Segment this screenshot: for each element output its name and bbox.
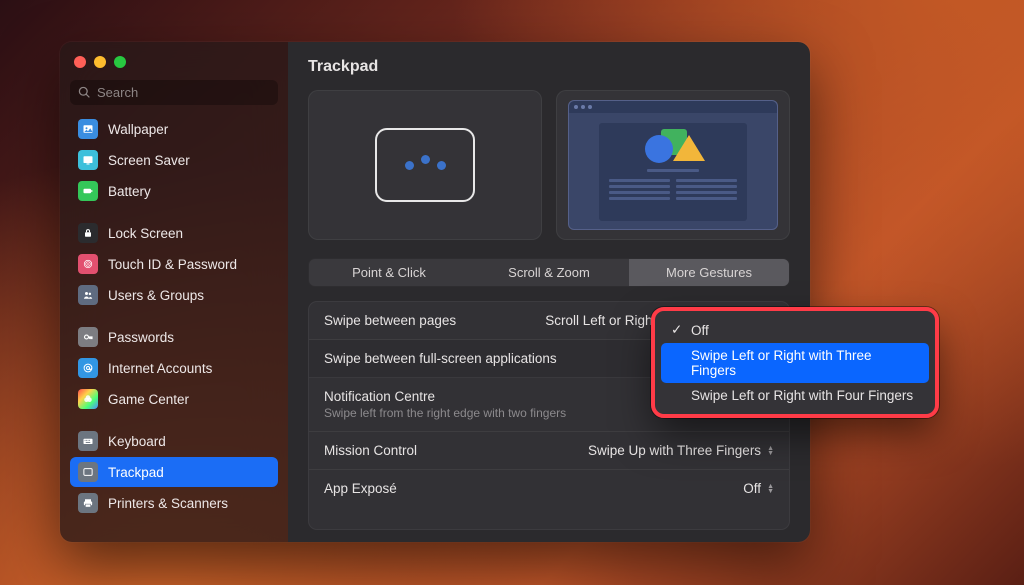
sidebar-item-screen-saver[interactable]: Screen Saver bbox=[70, 145, 278, 175]
check-icon: ✓ bbox=[671, 322, 683, 338]
setting-row-mission-control: Mission Control Swipe Up with Three Finge… bbox=[309, 432, 789, 470]
setting-sublabel: Swipe left from the right edge with two … bbox=[324, 406, 566, 420]
sidebar-item-label: Touch ID & Password bbox=[108, 257, 237, 272]
printer-icon bbox=[78, 493, 98, 513]
dropdown-item-swipe-left-or-right-with-four-fingers[interactable]: Swipe Left or Right with Four Fingers bbox=[661, 383, 929, 408]
sidebar-item-label: Passwords bbox=[108, 330, 174, 345]
setting-value-text: Off bbox=[743, 481, 761, 496]
dropdown-item-label: Off bbox=[691, 323, 709, 338]
dropdown-item-swipe-left-or-right-with-three-fingers[interactable]: Swipe Left or Right with Three Fingers bbox=[661, 343, 929, 383]
minimize-window-button[interactable] bbox=[94, 56, 106, 68]
sidebar-item-label: Internet Accounts bbox=[108, 361, 212, 376]
sidebar-item-label: Printers & Scanners bbox=[108, 496, 228, 511]
keyboard-icon bbox=[78, 431, 98, 451]
battery-icon bbox=[78, 181, 98, 201]
search-input[interactable]: Search bbox=[70, 80, 278, 105]
trackpad-outline-icon bbox=[375, 128, 475, 202]
sidebar-item-internet-accounts[interactable]: Internet Accounts bbox=[70, 353, 278, 383]
sidebar-item-lock-screen[interactable]: Lock Screen bbox=[70, 218, 278, 248]
tab-more-gestures[interactable]: More Gestures bbox=[629, 259, 789, 286]
lock-icon bbox=[78, 223, 98, 243]
sidebar-item-trackpad[interactable]: Trackpad bbox=[70, 457, 278, 487]
sidebar-item-keyboard[interactable]: Keyboard bbox=[70, 426, 278, 456]
setting-label: Swipe between pages bbox=[324, 313, 456, 328]
sidebar-item-label: Screen Saver bbox=[108, 153, 190, 168]
gesture-demo-preview bbox=[556, 90, 790, 240]
tab-point-click[interactable]: Point & Click bbox=[309, 259, 469, 286]
sidebar-item-label: Trackpad bbox=[108, 465, 164, 480]
preview-row bbox=[308, 90, 790, 240]
setting-value-popup[interactable]: Swipe Up with Three Fingers ▲▼ bbox=[588, 443, 774, 458]
sidebar-item-touch-id-password[interactable]: Touch ID & Password bbox=[70, 249, 278, 279]
sidebar-item-label: Keyboard bbox=[108, 434, 166, 449]
wallpaper-icon bbox=[78, 119, 98, 139]
sidebar-item-label: Game Center bbox=[108, 392, 189, 407]
sidebar-item-users-groups[interactable]: Users & Groups bbox=[70, 280, 278, 310]
trackpad-preview bbox=[308, 90, 542, 240]
dropdown-item-label: Swipe Left or Right with Three Fingers bbox=[691, 348, 919, 378]
system-settings-window: Search Wallpaper Screen Saver Battery Lock … bbox=[60, 42, 810, 542]
fullscreen-window-button[interactable] bbox=[114, 56, 126, 68]
sidebar-item-battery[interactable]: Battery bbox=[70, 176, 278, 206]
close-window-button[interactable] bbox=[74, 56, 86, 68]
sidebar: Search Wallpaper Screen Saver Battery Lock … bbox=[60, 42, 288, 542]
users-icon bbox=[78, 285, 98, 305]
sidebar-item-wallpaper[interactable]: Wallpaper bbox=[70, 114, 278, 144]
screensaver-icon bbox=[78, 150, 98, 170]
setting-value-popup[interactable]: Off ▲▼ bbox=[743, 481, 774, 496]
search-icon bbox=[78, 86, 91, 99]
swipe-fullscreen-dropdown[interactable]: ✓ Off Swipe Left or Right with Three Finge… bbox=[654, 310, 936, 415]
sidebar-item-label: Users & Groups bbox=[108, 288, 204, 303]
updown-icon: ▲▼ bbox=[767, 484, 774, 494]
setting-label: App Exposé bbox=[324, 481, 397, 496]
window-controls bbox=[70, 54, 278, 80]
gamecenter-icon bbox=[78, 389, 98, 409]
sidebar-item-label: Lock Screen bbox=[108, 226, 183, 241]
page-title: Trackpad bbox=[308, 58, 790, 76]
updown-icon: ▲▼ bbox=[767, 446, 774, 456]
sidebar-item-passwords[interactable]: Passwords bbox=[70, 322, 278, 352]
sidebar-item-game-center[interactable]: Game Center bbox=[70, 384, 278, 414]
main-panel: Trackpad bbox=[288, 42, 810, 542]
touchid-icon bbox=[78, 254, 98, 274]
setting-label: Mission Control bbox=[324, 443, 417, 458]
key-icon bbox=[78, 327, 98, 347]
search-placeholder: Search bbox=[97, 85, 138, 100]
sidebar-list: Wallpaper Screen Saver Battery Lock Screen T… bbox=[70, 113, 278, 532]
at-icon bbox=[78, 358, 98, 378]
dropdown-item-off[interactable]: ✓ Off bbox=[661, 317, 929, 343]
tab-bar: Point & ClickScroll & ZoomMore Gestures bbox=[308, 258, 790, 287]
sidebar-item-printers-scanners[interactable]: Printers & Scanners bbox=[70, 488, 278, 518]
setting-row-app-expos-: App Exposé Off ▲▼ bbox=[309, 470, 789, 507]
setting-label: Swipe between full-screen applications bbox=[324, 351, 557, 366]
tab-scroll-zoom[interactable]: Scroll & Zoom bbox=[469, 259, 629, 286]
dropdown-item-label: Swipe Left or Right with Four Fingers bbox=[691, 388, 913, 403]
setting-label: Notification Centre bbox=[324, 389, 566, 404]
trackpad-icon bbox=[78, 462, 98, 482]
sidebar-item-label: Wallpaper bbox=[108, 122, 168, 137]
sidebar-item-label: Battery bbox=[108, 184, 151, 199]
setting-value-text: Swipe Up with Three Fingers bbox=[588, 443, 761, 458]
